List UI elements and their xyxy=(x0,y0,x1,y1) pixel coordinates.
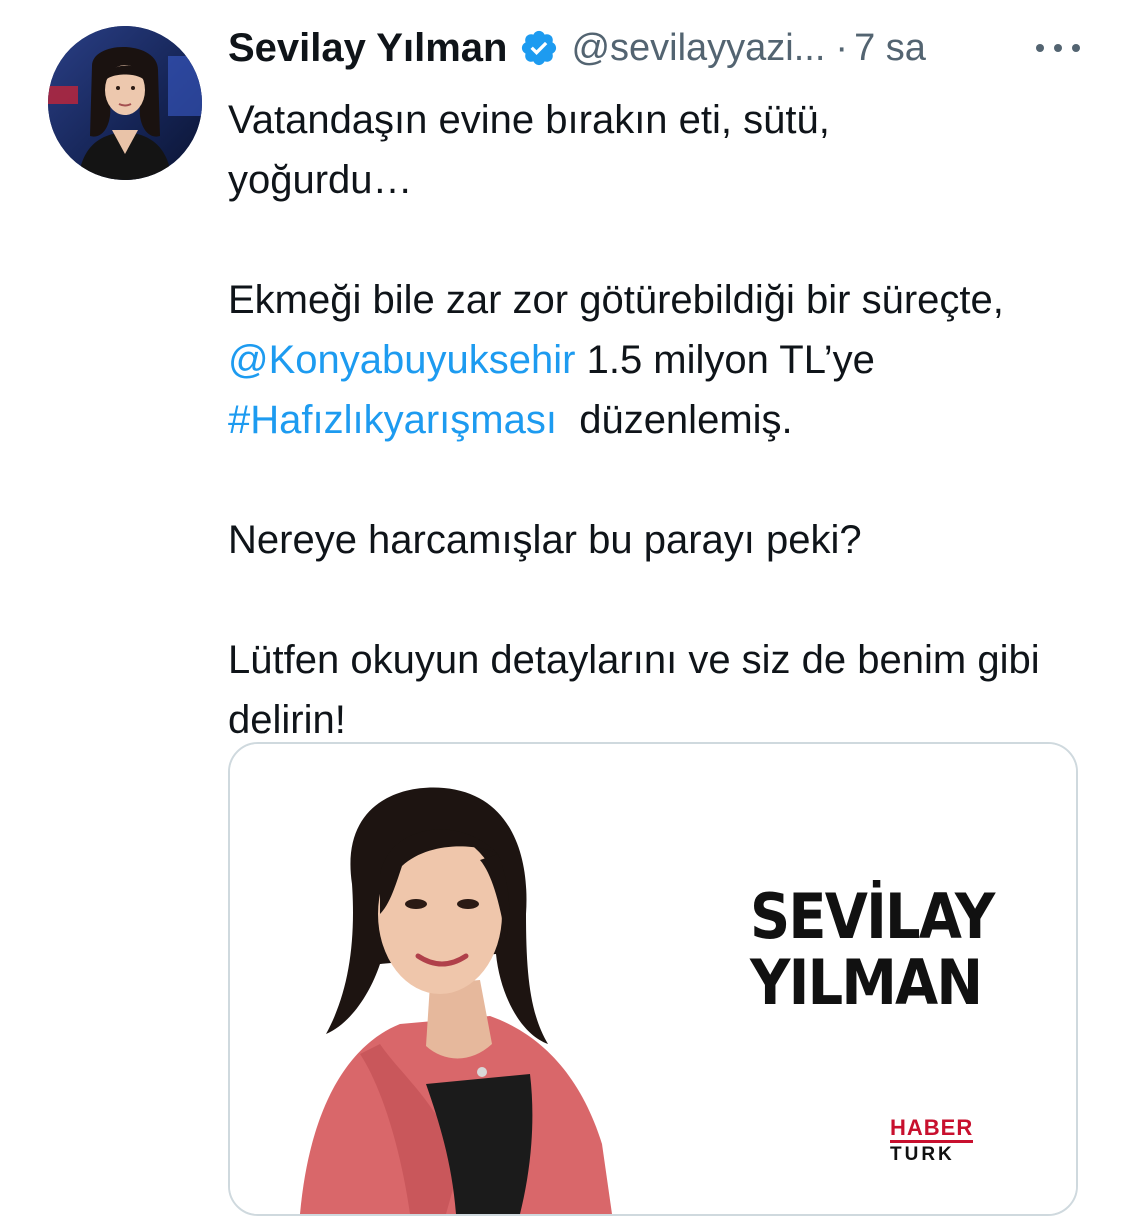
brand-logo-line-2: TURK xyxy=(890,1144,955,1165)
brand-logo-line-1: HABER xyxy=(890,1116,974,1143)
tweet-line-1: Vatandaşın evine bırakın eti, sütü, xyxy=(228,98,830,142)
mention-link[interactable]: @Konyabuyuksehir xyxy=(228,338,575,382)
card-title: SEVİLAY YILMAN xyxy=(750,884,1002,1016)
timestamp[interactable]: 7 sa xyxy=(854,27,926,70)
haberturk-logo: HABER TURK xyxy=(890,1116,990,1168)
display-name[interactable]: Sevilay Yılman xyxy=(228,26,507,71)
card-title-line-1: SEVİLAY xyxy=(750,880,995,953)
tweet-paragraph-3: Nereye harcamışlar bu parayı peki? xyxy=(228,518,862,562)
tweet-text-segment: Ekmeği bile zar zor götürebildiği bir sü… xyxy=(228,278,1004,322)
tweet-line-2: yoğurdu… xyxy=(228,158,413,202)
tweet-text-segment: 1.5 milyon TL’ye xyxy=(575,338,875,382)
avatar-image xyxy=(48,26,202,180)
user-handle[interactable]: @sevilayyazi... xyxy=(571,27,825,70)
tweet-text: Vatandaşın evine bırakın eti, sütü, yoğu… xyxy=(228,90,1098,750)
tweet-paragraph-2: Ekmeği bile zar zor götürebildiği bir sü… xyxy=(228,270,1098,450)
tweet-text-segment: düzenlemiş. xyxy=(556,398,793,442)
tweet-paragraph-4: Lütfen okuyun detaylarını ve siz de beni… xyxy=(228,638,1040,742)
avatar[interactable] xyxy=(48,26,202,180)
separator-dot: · xyxy=(835,26,849,69)
more-horizontal-icon[interactable] xyxy=(1030,28,1086,68)
tweet[interactable]: Sevilay Yılman @sevilayyazi... · 7 sa Va… xyxy=(0,0,1125,1216)
hashtag-link[interactable]: #Hafızlıkyarışması xyxy=(228,398,557,442)
verified-badge-icon xyxy=(519,28,559,68)
link-preview-card[interactable]: SEVİLAY YILMAN HABER TURK xyxy=(228,742,1078,1216)
tweet-header: Sevilay Yılman @sevilayyazi... · 7 sa xyxy=(228,22,1108,74)
card-title-line-2: YILMAN xyxy=(750,946,983,1019)
